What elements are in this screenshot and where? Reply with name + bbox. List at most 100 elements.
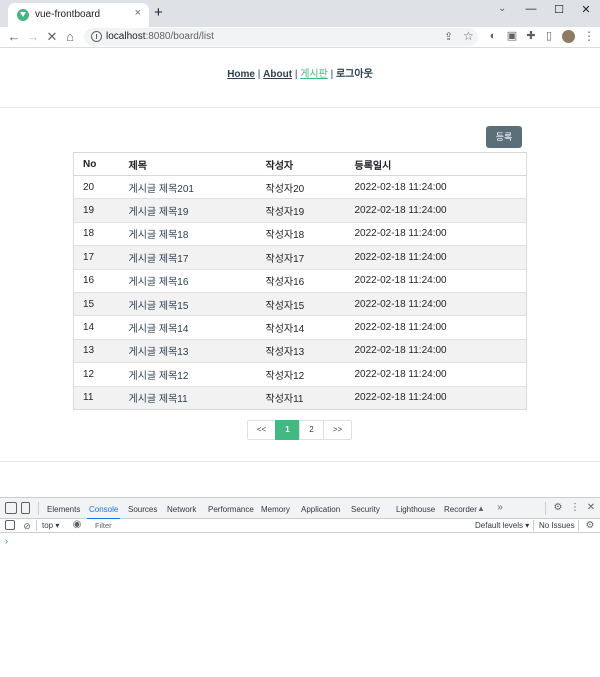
- maximize-icon[interactable]: ☐: [549, 3, 569, 16]
- devtools-tab-security[interactable]: Security: [351, 505, 380, 514]
- devtools-panel: Elements Console Sources Network Perform…: [0, 497, 600, 677]
- console-settings-icon[interactable]: ⚙: [584, 520, 596, 532]
- cell-date: 2022-02-18 11:24:00: [345, 291, 527, 316]
- settings-gear-icon[interactable]: ⚙: [552, 502, 564, 514]
- clear-console-icon[interactable]: ⊘: [21, 520, 33, 532]
- pagination-first-button[interactable]: <<: [247, 420, 276, 440]
- cell-title-link[interactable]: 게시글 제목13: [119, 338, 257, 363]
- address-bar[interactable]: localhost:8080/board/list ⇪ ☆: [84, 28, 478, 46]
- log-levels-select[interactable]: Default levels ▾: [475, 521, 529, 530]
- register-button[interactable]: 등록: [486, 126, 522, 148]
- devtools-tab-performance[interactable]: Performance: [208, 505, 254, 514]
- cell-title-link[interactable]: 게시글 제목201: [119, 174, 257, 199]
- close-devtools-icon[interactable]: ✕: [585, 502, 597, 514]
- minimize-icon[interactable]: —: [521, 3, 541, 15]
- bookmark-star-icon[interactable]: ☆: [463, 29, 474, 43]
- profile-avatar[interactable]: [562, 30, 575, 43]
- cell-writer: 작성자13: [256, 338, 346, 363]
- table-row[interactable]: 18 게시글 제목18 작성자18 2022-02-18 11:24:00: [73, 221, 527, 246]
- table-row[interactable]: 19 게시글 제목19 작성자19 2022-02-18 11:24:00: [73, 198, 527, 223]
- cell-title-link[interactable]: 게시글 제목17: [119, 245, 257, 270]
- console-filterbar: ⊘ top ▾ ◉ Filter Default levels ▾ No Iss…: [0, 519, 600, 533]
- devtools-tab-console[interactable]: Console: [86, 505, 121, 520]
- vue-logo-icon: [17, 9, 29, 21]
- cell-no: 20: [73, 174, 120, 199]
- new-tab-button[interactable]: +: [154, 5, 163, 21]
- address-url: localhost:8080/board/list: [106, 31, 214, 42]
- console-filter-input[interactable]: Filter: [92, 520, 470, 532]
- column-header-title: 제목: [119, 152, 257, 176]
- table-row[interactable]: 12 게시글 제목12 작성자12 2022-02-18 11:24:00: [73, 362, 527, 387]
- console-sidebar-icon[interactable]: [5, 520, 15, 530]
- cell-title-link[interactable]: 게시글 제목14: [119, 315, 257, 340]
- cell-date: 2022-02-18 11:24:00: [345, 174, 527, 199]
- cell-date: 2022-02-18 11:24:00: [345, 362, 527, 387]
- cell-title-link[interactable]: 게시글 제목11: [119, 385, 257, 410]
- table-row[interactable]: 14 게시글 제목14 작성자14 2022-02-18 11:24:00: [73, 315, 527, 340]
- extension-icon[interactable]: ▣: [506, 30, 518, 42]
- cell-title-link[interactable]: 게시글 제목12: [119, 362, 257, 387]
- issues-count[interactable]: No Issues: [539, 521, 575, 530]
- cell-title-link[interactable]: 게시글 제목19: [119, 198, 257, 223]
- nav-about-link[interactable]: About: [263, 69, 292, 80]
- column-header-no: No: [73, 152, 120, 176]
- column-header-writer: 작성자: [256, 152, 346, 176]
- table-row[interactable]: 13 게시글 제목13 작성자13 2022-02-18 11:24:00: [73, 338, 527, 363]
- table-row[interactable]: 11 게시글 제목11 작성자11 2022-02-18 11:24:00: [73, 385, 527, 410]
- devtools-tab-recorder[interactable]: Recorder: [444, 505, 477, 514]
- devtools-tab-application[interactable]: Application: [301, 505, 340, 514]
- tab-search-icon[interactable]: ⌄: [498, 3, 506, 14]
- toolbar-separator: [578, 520, 579, 531]
- side-panel-icon[interactable]: ▯: [543, 30, 555, 42]
- home-icon[interactable]: ⌂: [62, 29, 78, 45]
- puzzle-extensions-icon[interactable]: ✚: [525, 30, 537, 42]
- devtools-tab-elements[interactable]: Elements: [47, 505, 80, 514]
- inspect-element-icon[interactable]: [5, 502, 17, 514]
- nav-logout-link[interactable]: 로그아웃: [336, 69, 373, 80]
- column-header-date: 등록일시: [345, 152, 527, 176]
- nav-separator: |: [292, 69, 301, 80]
- table-header-row: No 제목 작성자 등록일시: [73, 152, 527, 176]
- devtools-tab-memory[interactable]: Memory: [261, 505, 290, 514]
- browser-tab[interactable]: vue-frontboard ×: [8, 3, 149, 27]
- devtools-tab-lighthouse[interactable]: Lighthouse: [396, 505, 435, 514]
- table-row[interactable]: 20 게시글 제목201 작성자20 2022-02-18 11:24:00: [73, 174, 527, 199]
- pagination: << 1 2 >>: [247, 420, 352, 440]
- table-row[interactable]: 17 게시글 제목17 작성자17 2022-02-18 11:24:00: [73, 245, 527, 270]
- cell-writer: 작성자17: [256, 245, 346, 270]
- close-window-icon[interactable]: ✕: [576, 3, 596, 16]
- cell-writer: 작성자18: [256, 221, 346, 246]
- cell-title-link[interactable]: 게시글 제목16: [119, 268, 257, 293]
- devtools-tab-network[interactable]: Network: [167, 505, 196, 514]
- devtools-tab-sources[interactable]: Sources: [128, 505, 157, 514]
- back-arrow-icon[interactable]: ←: [6, 29, 22, 45]
- nav-board-link[interactable]: 게시판: [300, 69, 328, 80]
- console-prompt[interactable]: ›: [5, 536, 8, 546]
- cell-no: 13: [73, 338, 120, 363]
- cell-no: 18: [73, 221, 120, 246]
- extension-icon[interactable]: ◐: [487, 30, 499, 42]
- stop-loading-icon[interactable]: ✕: [44, 29, 60, 45]
- tab-close-icon[interactable]: ×: [135, 7, 141, 19]
- site-info-icon[interactable]: [91, 31, 102, 42]
- eye-icon[interactable]: ◉: [71, 519, 83, 531]
- cell-title-link[interactable]: 게시글 제목15: [119, 291, 257, 316]
- table-row[interactable]: 16 게시글 제목16 작성자16 2022-02-18 11:24:00: [73, 268, 527, 293]
- context-select[interactable]: top ▾: [42, 521, 59, 530]
- device-toolbar-icon[interactable]: [21, 502, 30, 514]
- pagination-last-button[interactable]: >>: [323, 420, 352, 440]
- forward-arrow-icon[interactable]: →: [25, 29, 41, 45]
- nav-home-link[interactable]: Home: [227, 69, 255, 80]
- browser-menu-icon[interactable]: ⋮: [583, 29, 595, 43]
- devtools-menu-icon[interactable]: ⋮: [569, 502, 581, 514]
- pagination-page-1[interactable]: 1: [275, 420, 300, 440]
- page-content: Home | About | 게시판 | 로그아웃 등록 No 제목 작성자 등…: [0, 48, 600, 497]
- pagination-page-2[interactable]: 2: [299, 420, 324, 440]
- share-icon[interactable]: ⇪: [444, 30, 453, 43]
- table-row[interactable]: 15 게시글 제목15 작성자15 2022-02-18 11:24:00: [73, 291, 527, 316]
- more-tabs-icon[interactable]: »: [494, 502, 506, 514]
- cell-no: 16: [73, 268, 120, 293]
- browser-toolbar: ← → ✕ ⌂ localhost:8080/board/list ⇪ ☆ ◐ …: [0, 27, 600, 47]
- cell-title-link[interactable]: 게시글 제목18: [119, 221, 257, 246]
- toolbar-separator: [545, 502, 546, 515]
